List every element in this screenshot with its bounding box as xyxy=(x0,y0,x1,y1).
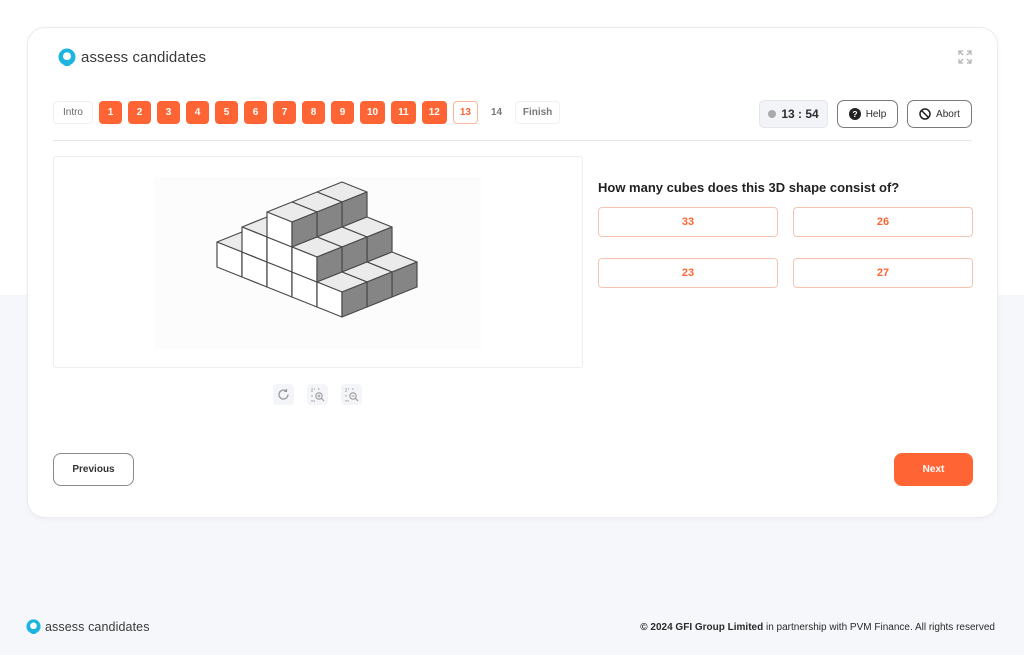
test-card: assess candidates Intro 1 2 3 4 5 6 7 8 9 10 11 12 13… xyxy=(27,27,998,518)
help-button[interactable]: ? Help xyxy=(837,100,898,128)
image-toolbar xyxy=(273,384,362,405)
nav-question-14[interactable]: 14 xyxy=(483,101,510,124)
help-label: Help xyxy=(865,108,887,120)
nav-question-9[interactable]: 9 xyxy=(331,101,354,124)
nav-question-4[interactable]: 4 xyxy=(186,101,209,124)
footer-logo: assess candidates xyxy=(26,619,150,634)
footer-copyright: © 2024 GFI Group Limited in partnership … xyxy=(640,622,995,633)
nav-intro[interactable]: Intro xyxy=(53,101,93,124)
question-image xyxy=(154,177,481,349)
brand-logo: assess candidates xyxy=(58,48,206,66)
answer-option[interactable]: 23 xyxy=(598,258,778,288)
nav-question-7[interactable]: 7 xyxy=(273,101,296,124)
question-text: How many cubes does this 3D shape consis… xyxy=(598,180,900,195)
zoom-out-button[interactable] xyxy=(341,384,362,405)
timer: 13 : 54 xyxy=(759,100,828,128)
zoom-in-icon xyxy=(310,387,324,402)
copyright-rest: in partnership with PVM Finance. All rig… xyxy=(763,622,995,633)
rotate-icon xyxy=(278,389,289,400)
svg-text:?: ? xyxy=(852,109,857,119)
copyright-owner: © 2024 GFI Group Limited xyxy=(640,622,764,633)
previous-button[interactable]: Previous xyxy=(53,453,134,486)
nav-question-8[interactable]: 8 xyxy=(302,101,325,124)
answer-option[interactable]: 26 xyxy=(793,207,973,237)
expand-icon[interactable] xyxy=(958,50,972,64)
rotate-button[interactable] xyxy=(273,384,294,405)
nav-question-10[interactable]: 10 xyxy=(360,101,386,124)
question-image-panel xyxy=(53,156,583,368)
brand-name: assess candidates xyxy=(81,48,207,66)
header-divider xyxy=(53,140,972,141)
logo-icon xyxy=(58,48,76,66)
abort-button[interactable]: Abort xyxy=(907,100,972,128)
answer-option[interactable]: 27 xyxy=(793,258,973,288)
nav-question-13[interactable]: 13 xyxy=(452,101,478,124)
prohibited-icon xyxy=(919,108,931,120)
question-navigation: Intro 1 2 3 4 5 6 7 8 9 10 11 12 13 14 Finish xyxy=(53,101,561,124)
timer-value: 13 : 54 xyxy=(781,107,819,121)
answer-option[interactable]: 33 xyxy=(598,207,778,237)
logo-icon xyxy=(26,619,41,634)
nav-finish[interactable]: Finish xyxy=(515,101,561,124)
clock-icon xyxy=(768,110,777,118)
nav-question-11[interactable]: 11 xyxy=(391,101,416,124)
footer-brand-name: assess candidates xyxy=(45,619,150,634)
nav-question-12[interactable]: 12 xyxy=(421,101,447,124)
abort-label: Abort xyxy=(936,108,960,120)
answer-options: 33 26 23 27 xyxy=(598,207,973,288)
nav-question-3[interactable]: 3 xyxy=(157,101,180,124)
zoom-in-button[interactable] xyxy=(307,384,328,405)
zoom-out-icon xyxy=(344,387,358,402)
nav-question-1[interactable]: 1 xyxy=(99,101,122,124)
nav-question-2[interactable]: 2 xyxy=(128,101,151,124)
help-icon: ? xyxy=(848,108,861,120)
nav-question-5[interactable]: 5 xyxy=(215,101,238,124)
next-button[interactable]: Next xyxy=(894,453,973,486)
nav-question-6[interactable]: 6 xyxy=(244,101,267,124)
